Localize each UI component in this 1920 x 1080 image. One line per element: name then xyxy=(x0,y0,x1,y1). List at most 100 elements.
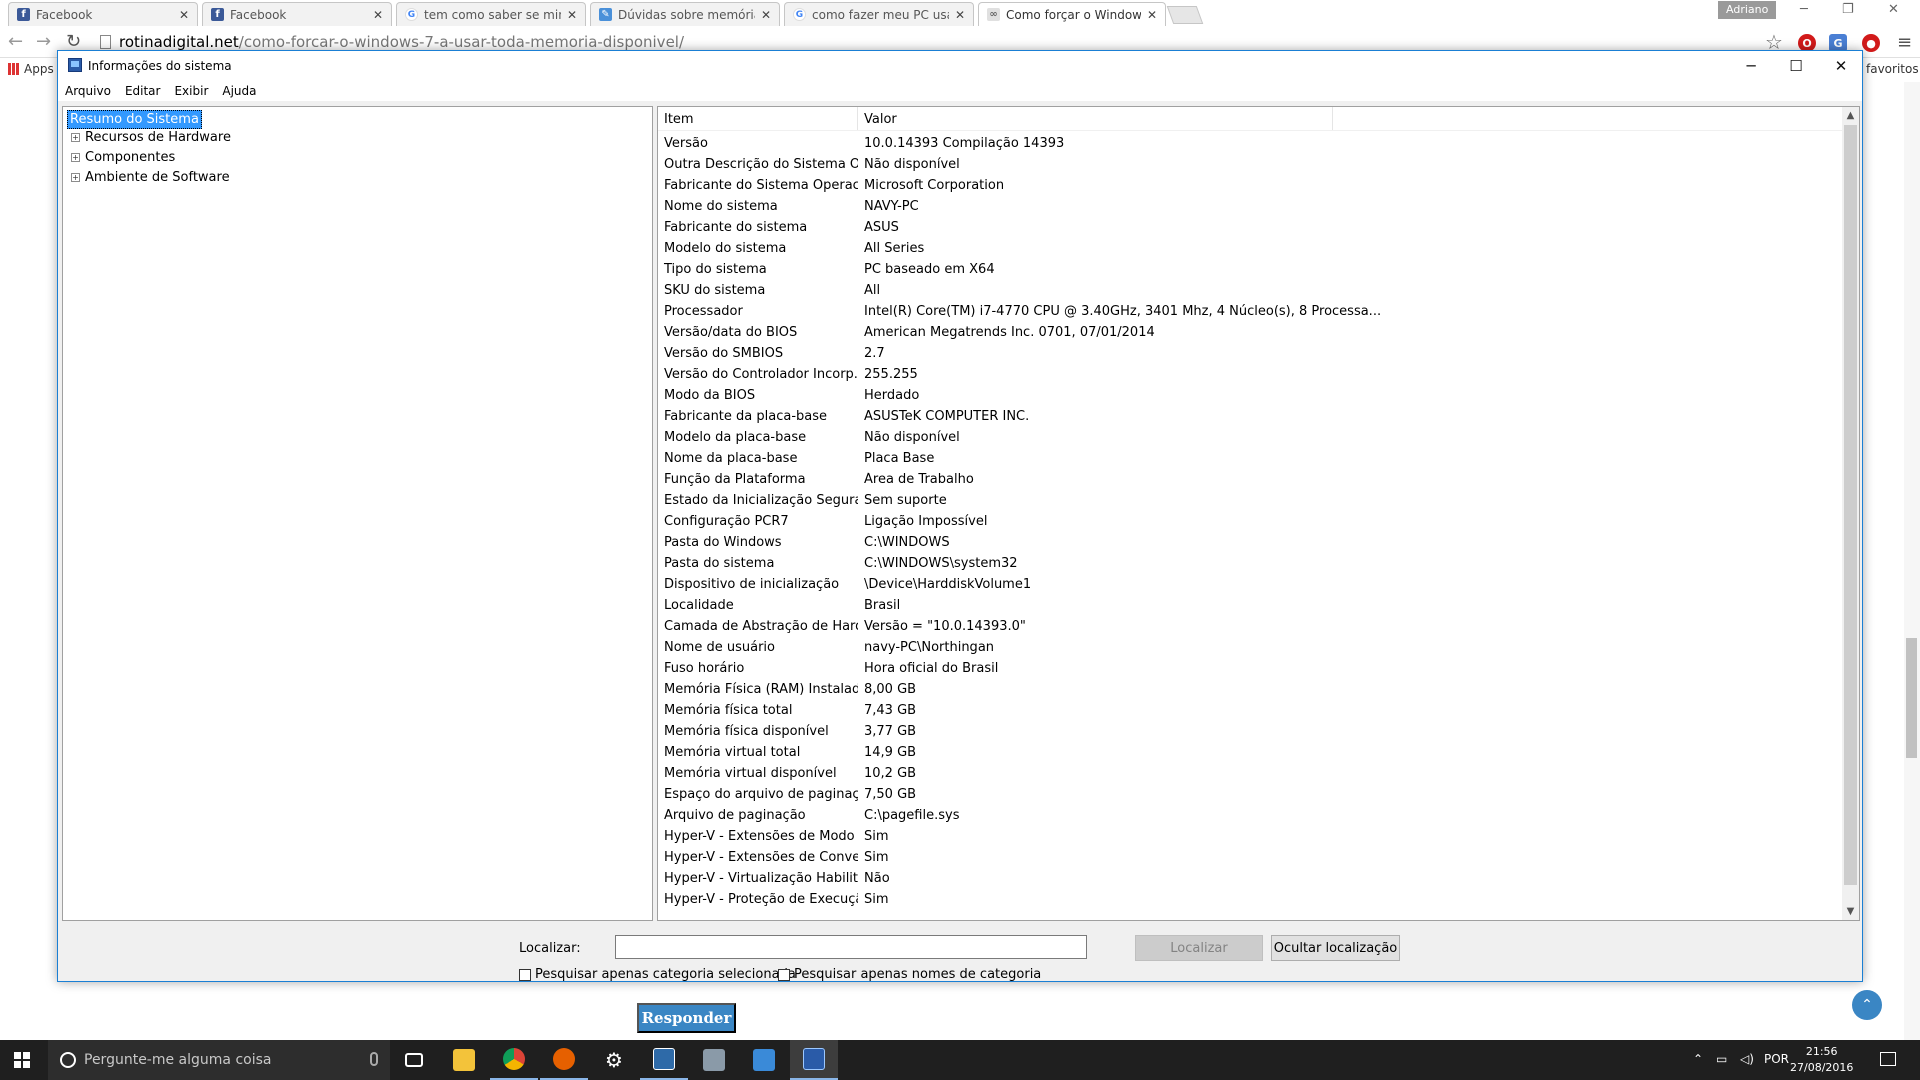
list-row[interactable]: Localidade Brasil xyxy=(658,595,1844,616)
microphone-icon[interactable] xyxy=(370,1052,378,1066)
window-close-button[interactable]: ✕ xyxy=(1818,53,1864,79)
browser-tab[interactable]: G como fazer meu PC usar ✕ xyxy=(784,2,974,26)
checkbox-box[interactable] xyxy=(778,968,790,981)
list-row[interactable]: Nome do sistema NAVY-PC xyxy=(658,196,1844,217)
network-app-taskbar-button[interactable] xyxy=(690,1040,738,1080)
search-selected-category-checkbox[interactable]: Pesquisar apenas categoria selecionada xyxy=(519,967,796,982)
settings-taskbar-button[interactable]: ⚙ xyxy=(590,1040,638,1080)
find-button[interactable]: Localizar xyxy=(1135,935,1263,961)
restore-icon[interactable]: ❐ xyxy=(1842,2,1854,17)
details-list[interactable]: Item Valor Versão 10.0.14393 Compilação 1… xyxy=(657,106,1860,921)
list-row[interactable]: Hyper-V - Virtualização Habilita... Não xyxy=(658,868,1844,889)
close-icon[interactable]: ✕ xyxy=(1888,2,1899,17)
expand-icon[interactable]: + xyxy=(71,153,80,162)
find-input[interactable] xyxy=(615,935,1087,959)
list-scrollbar-thumb[interactable] xyxy=(1844,125,1857,885)
menu-arquivo[interactable]: Arquivo xyxy=(58,81,118,101)
list-row[interactable]: Nome de usuário navy-PC\Northingan xyxy=(658,637,1844,658)
close-tab-icon[interactable]: ✕ xyxy=(761,8,771,22)
window-minimize-button[interactable]: ─ xyxy=(1728,53,1774,79)
list-row[interactable]: SKU do sistema All xyxy=(658,280,1844,301)
adblock-extension-icon[interactable]: ● xyxy=(1862,34,1880,52)
scroll-down-icon[interactable]: ▼ xyxy=(1842,903,1859,920)
task-view-button[interactable] xyxy=(390,1040,438,1080)
page-info-icon[interactable] xyxy=(100,35,111,49)
browser-tab[interactable]: ✎ Dúvidas sobre memória f ✕ xyxy=(590,2,780,26)
list-row[interactable]: Pasta do sistema C:\WINDOWS\system32 xyxy=(658,553,1844,574)
list-row[interactable]: Versão/data do BIOS American Megatrends I… xyxy=(658,322,1844,343)
page-scrollbar[interactable] xyxy=(1904,82,1920,1040)
list-row[interactable]: Pasta do Windows C:\WINDOWS xyxy=(658,532,1844,553)
new-tab-button[interactable] xyxy=(1166,6,1204,24)
file-explorer-button[interactable] xyxy=(440,1040,488,1080)
column-header-value[interactable]: Valor xyxy=(858,107,1333,130)
clock[interactable]: 21:56 27/08/2016 xyxy=(1790,1044,1853,1076)
language-indicator[interactable]: POR xyxy=(1764,1052,1789,1066)
list-row[interactable]: Fuso horário Hora oficial do Brasil xyxy=(658,658,1844,679)
list-row[interactable]: Memória física total 7,43 GB xyxy=(658,700,1844,721)
list-row[interactable]: Memória Física (RAM) Instalada 8,00 GB xyxy=(658,679,1844,700)
system-information-taskbar-button[interactable] xyxy=(790,1040,838,1080)
forward-icon[interactable]: → xyxy=(36,31,51,52)
list-row[interactable]: Função da Plataforma Área de Trabalho xyxy=(658,469,1844,490)
chrome-menu-icon[interactable]: ≡ xyxy=(1897,32,1912,53)
list-row[interactable]: Nome da placa-base Placa Base xyxy=(658,448,1844,469)
list-row[interactable]: Outra Descrição do Sistema O... Não dispo… xyxy=(658,154,1844,175)
list-scrollbar[interactable]: ▲ ▼ xyxy=(1842,107,1859,920)
list-row[interactable]: Versão do Controlador Incorp... 255.255 xyxy=(658,364,1844,385)
minimize-icon[interactable]: ─ xyxy=(1800,2,1808,17)
responder-button[interactable]: Responder xyxy=(637,1003,736,1033)
volume-icon[interactable]: ◁) xyxy=(1740,1052,1754,1066)
close-tab-icon[interactable]: ✕ xyxy=(955,8,965,22)
list-row[interactable]: Espaço do arquivo de paginaç... 7,50 GB xyxy=(658,784,1844,805)
page-scrollbar-thumb[interactable] xyxy=(1906,638,1917,758)
list-row[interactable]: Arquivo de paginação C:\pagefile.sys xyxy=(658,805,1844,826)
cortana-search-box[interactable]: Pergunte-me alguma coisa xyxy=(48,1040,390,1080)
app-taskbar-button[interactable] xyxy=(640,1040,688,1080)
list-row[interactable]: Modo da BIOS Herdado xyxy=(658,385,1844,406)
start-button[interactable] xyxy=(14,1052,30,1068)
network-icon[interactable]: ▭ xyxy=(1716,1052,1727,1066)
window-titlebar[interactable]: Informações do sistema ─ ☐ ✕ xyxy=(58,51,1862,81)
firefox-taskbar-button[interactable] xyxy=(540,1040,588,1080)
menu-exibir[interactable]: Exibir xyxy=(167,81,215,101)
hide-find-button[interactable]: Ocultar localização xyxy=(1271,935,1400,961)
scroll-to-top-button[interactable]: ⌃ xyxy=(1852,990,1882,1020)
checkbox-box[interactable] xyxy=(519,968,531,981)
bookmark-folder-favoritos[interactable]: favoritos xyxy=(1866,62,1919,76)
list-row[interactable]: Memória virtual total 14,9 GB xyxy=(658,742,1844,763)
back-icon[interactable]: ← xyxy=(8,31,23,52)
list-row[interactable]: Memória virtual disponível 10,2 GB xyxy=(658,763,1844,784)
tree-item-componentes[interactable]: + Componentes xyxy=(71,150,175,165)
list-row[interactable]: Fabricante do sistema ASUS xyxy=(658,217,1844,238)
list-row[interactable]: Hyper-V - Extensões de Modo ... Sim xyxy=(658,826,1844,847)
close-tab-icon[interactable]: ✕ xyxy=(1147,8,1157,22)
list-row[interactable]: Versão 10.0.14393 Compilação 14393 xyxy=(658,133,1844,154)
tree-item-ambiente-de-software[interactable]: + Ambiente de Software xyxy=(71,170,230,185)
search-category-names-checkbox[interactable]: Pesquisar apenas nomes de categoria xyxy=(778,967,1041,982)
list-row[interactable]: Versão do SMBIOS 2.7 xyxy=(658,343,1844,364)
tree-item-resumo-do-sistema[interactable]: Resumo do Sistema xyxy=(67,110,202,129)
expand-icon[interactable]: + xyxy=(71,173,80,182)
reload-icon[interactable]: ↻ xyxy=(66,31,81,52)
list-row[interactable]: Processador Intel(R) Core(TM) i7-4770 CPU… xyxy=(658,301,1844,322)
window-maximize-button[interactable]: ☐ xyxy=(1773,53,1819,79)
list-row[interactable]: Memória física disponível 3,77 GB xyxy=(658,721,1844,742)
list-row[interactable]: Hyper-V - Proteção de Execuçã... Sim xyxy=(658,889,1844,910)
list-row[interactable]: Estado da Inicialização Segura Sem suport… xyxy=(658,490,1844,511)
list-row[interactable]: Hyper-V - Extensões de Conver... Sim xyxy=(658,847,1844,868)
scroll-up-icon[interactable]: ▲ xyxy=(1842,107,1859,124)
profile-button[interactable]: Adriano xyxy=(1718,1,1777,19)
menu-editar[interactable]: Editar xyxy=(118,81,168,101)
list-row[interactable]: Configuração PCR7 Ligação Impossível xyxy=(658,511,1844,532)
close-tab-icon[interactable]: ✕ xyxy=(179,8,189,22)
action-center-icon[interactable] xyxy=(1880,1052,1896,1066)
browser-tab-active[interactable]: ∞ Como forçar o Windows 7 ✕ xyxy=(978,2,1166,26)
category-tree[interactable]: Resumo do Sistema + Recursos de Hardware… xyxy=(62,106,653,921)
list-row[interactable]: Camada de Abstração de Hard... Versão = "… xyxy=(658,616,1844,637)
close-tab-icon[interactable]: ✕ xyxy=(567,8,577,22)
menu-ajuda[interactable]: Ajuda xyxy=(215,81,263,101)
show-hidden-icons-icon[interactable]: ⌃ xyxy=(1693,1052,1703,1066)
expand-icon[interactable]: + xyxy=(71,133,80,142)
list-row[interactable]: Fabricante do Sistema Operaci... Microsof… xyxy=(658,175,1844,196)
